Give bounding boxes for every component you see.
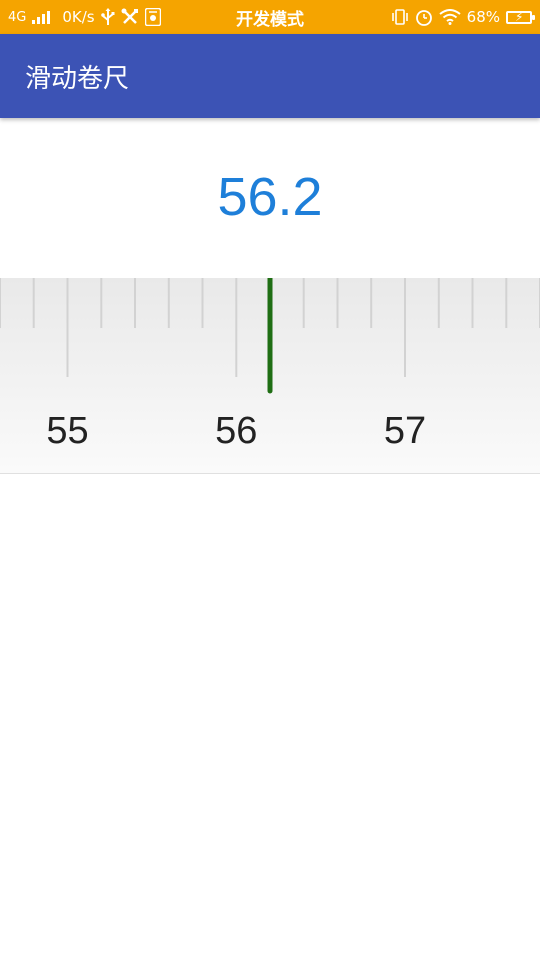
app-bar: 滑动卷尺 <box>0 34 540 118</box>
battery-percent: 68% <box>466 8 500 26</box>
alarm-icon <box>415 8 433 26</box>
usb-icon <box>100 8 115 26</box>
debug-icon <box>144 8 161 26</box>
wifi-icon <box>439 9 461 25</box>
ruler-scale[interactable]: 55 56 57 <box>0 278 540 474</box>
status-bar: 4G 0K/s 开发模式 68% ⚡ <box>0 0 540 34</box>
ruler-svg[interactable]: 55 56 57 <box>0 278 540 473</box>
status-right-group: 68% ⚡ <box>391 0 535 34</box>
app-title: 滑动卷尺 <box>25 63 130 94</box>
charging-bolt-icon: ⚡ <box>515 9 524 24</box>
status-left-group: 4G 0K/s <box>8 0 161 34</box>
value-readout: 56.2 <box>217 167 323 227</box>
signal-icon <box>32 10 51 24</box>
ruler-tick-label: 57 <box>384 410 426 452</box>
vibrate-icon <box>391 8 409 26</box>
tools-icon <box>121 8 139 26</box>
network-speed: 0K/s <box>62 8 95 26</box>
battery-icon: ⚡ <box>506 9 535 24</box>
network-type: 4G <box>8 9 27 25</box>
ruler-tick-label: 56 <box>215 410 257 452</box>
ruler-tick-label: 55 <box>46 410 88 452</box>
